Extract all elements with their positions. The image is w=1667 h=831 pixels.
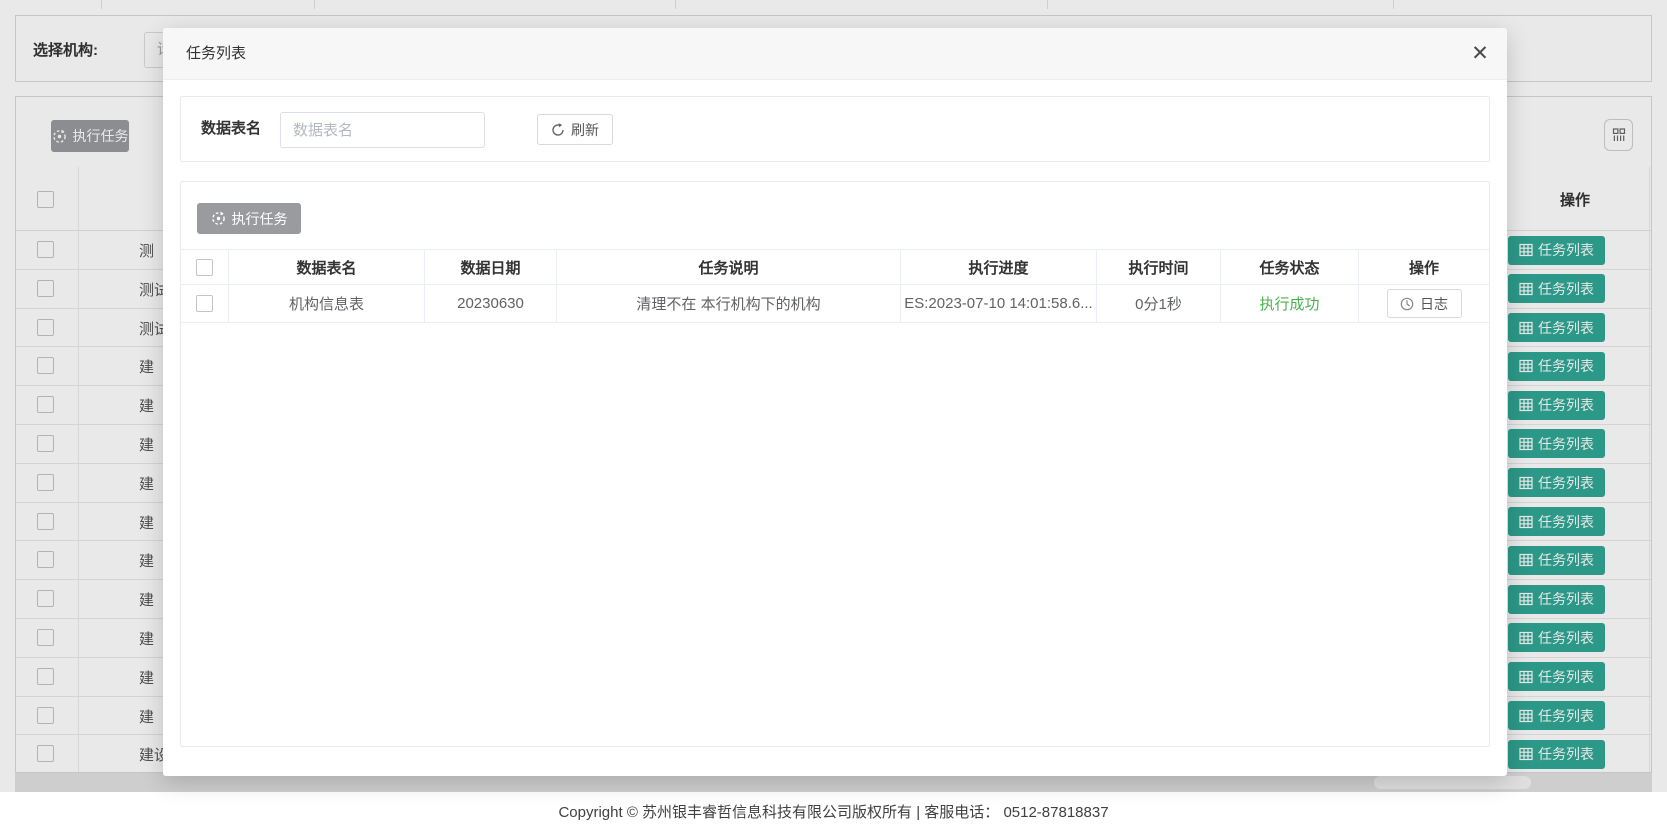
header-data-date: 数据日期	[425, 250, 557, 284]
modal-select-all-checkbox[interactable]	[196, 259, 213, 276]
screen: 选择机构: 请 执行任务	[0, 0, 1667, 831]
modal-table-section: 执行任务 数据表名 数据日期 任务说明 执行进度 执行时间 任务状态 操作 机构…	[180, 181, 1490, 747]
cell-operation: 日志	[1359, 285, 1489, 322]
execute-task-icon-slot	[211, 211, 226, 226]
modal-task-table: 数据表名 数据日期 任务说明 执行进度 执行时间 任务状态 操作 机构信息表 2…	[181, 249, 1489, 323]
table-name-input[interactable]	[280, 112, 485, 148]
cell-duration: 0分1秒	[1097, 285, 1221, 322]
modal-table-header-row: 数据表名 数据日期 任务说明 执行进度 执行时间 任务状态 操作	[181, 249, 1489, 285]
log-label: 日志	[1420, 294, 1448, 314]
cell-data-date: 20230630	[425, 285, 557, 322]
log-button[interactable]: 日志	[1387, 289, 1462, 318]
header-status: 任务状态	[1221, 250, 1359, 284]
refresh-label: 刷新	[571, 120, 599, 140]
close-icon[interactable]: ✕	[1468, 42, 1492, 66]
cell-table-name: 机构信息表	[229, 285, 425, 322]
refresh-icon	[551, 123, 565, 137]
clock-icon	[1400, 297, 1414, 311]
header-checkbox-cell	[181, 250, 229, 284]
header-progress: 执行进度	[901, 250, 1097, 284]
cell-status: 执行成功	[1221, 285, 1359, 322]
refresh-button[interactable]: 刷新	[537, 114, 613, 145]
row-checkbox-cell	[181, 285, 229, 322]
execute-task-icon	[211, 211, 226, 226]
row-checkbox[interactable]	[196, 295, 213, 312]
modal-execute-task-button[interactable]: 执行任务	[197, 203, 301, 234]
page-footer: Copyright © 苏州银丰睿哲信息科技有限公司版权所有 | 客服电话： 0…	[0, 792, 1667, 831]
modal-table-row: 机构信息表 20230630 清理不在 本行机构下的机构 ES:2023-07-…	[181, 285, 1489, 323]
modal-title: 任务列表	[186, 28, 246, 80]
modal-header: 任务列表 ✕	[163, 28, 1507, 80]
task-list-modal: 任务列表 ✕ 数据表名 刷新 执行任务	[163, 28, 1507, 776]
cell-progress: ES:2023-07-10 14:01:58.6...	[901, 285, 1097, 322]
header-description: 任务说明	[557, 250, 901, 284]
modal-search-section: 数据表名 刷新	[180, 96, 1490, 162]
header-table-name: 数据表名	[229, 250, 425, 284]
modal-execute-task-label: 执行任务	[232, 209, 288, 229]
table-name-label: 数据表名	[201, 97, 261, 161]
header-duration: 执行时间	[1097, 250, 1221, 284]
cell-description: 清理不在 本行机构下的机构	[557, 285, 901, 322]
status-success-text: 执行成功	[1259, 293, 1319, 314]
copyright-text: Copyright © 苏州银丰睿哲信息科技有限公司版权所有 | 客服电话： 0…	[558, 801, 1108, 822]
header-operation: 操作	[1359, 250, 1489, 284]
